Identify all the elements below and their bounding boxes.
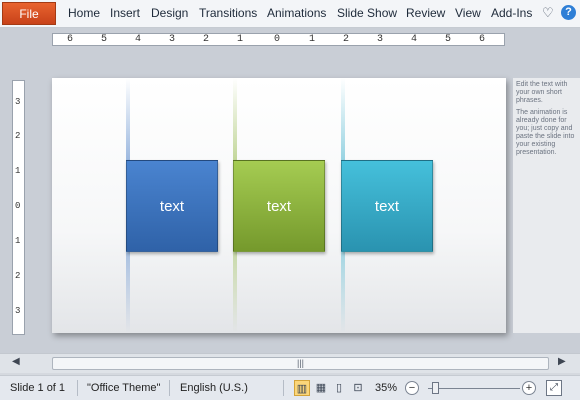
ruler-tick-label: 2 <box>15 271 21 281</box>
ruler-tick-label: 0 <box>274 34 281 45</box>
slide-counter: Slide 1 of 1 <box>10 382 66 394</box>
ruler-tick-label: 1 <box>15 236 21 246</box>
scrollbar-thumb[interactable]: ||| <box>52 357 549 370</box>
tab-add-ins[interactable]: Add-Ins <box>491 6 532 20</box>
scrollbar-grip: ||| <box>297 358 305 368</box>
file-tab[interactable]: File <box>2 2 56 25</box>
ribbon-tab-bar: File Home Insert Design Transitions Anim… <box>0 0 580 28</box>
tab-home[interactable]: Home <box>68 6 100 20</box>
tab-animations[interactable]: Animations <box>267 6 326 20</box>
ruler-tick-label: 6 <box>67 34 74 45</box>
fit-to-window-icon[interactable]: ⤢ <box>546 380 562 396</box>
ruler-tick-label: 4 <box>411 34 418 45</box>
ruler-tick-label: 2 <box>343 34 350 45</box>
slide-canvas[interactable]: text text text <box>52 78 506 333</box>
zoom-in-button[interactable]: + <box>522 381 536 395</box>
status-bar: Slide 1 of 1 "Office Theme" English (U.S… <box>0 375 580 400</box>
ruler-tick-label: 4 <box>135 34 142 45</box>
ruler-tick-label: 0 <box>15 201 21 211</box>
language-indicator[interactable]: English (U.S.) <box>180 382 248 394</box>
ruler-tick-label: 2 <box>203 34 210 45</box>
slide-editing-area: 6 5 4 3 2 1 0 1 2 3 4 5 6 3 2 1 0 1 2 3 … <box>0 28 580 373</box>
slide-sorter-icon[interactable]: ▦ <box>313 380 329 396</box>
zoom-out-button[interactable]: − <box>405 381 419 395</box>
note-line: Edit the text with your own short phrase… <box>516 81 568 104</box>
tab-review[interactable]: Review <box>406 6 445 20</box>
minimize-ribbon-icon[interactable]: ♡ <box>542 5 554 21</box>
help-icon[interactable]: ? <box>561 5 576 20</box>
horizontal-scrollbar[interactable]: ◀ ||| ▶ <box>0 353 580 373</box>
ruler-tick-label: 3 <box>15 97 21 107</box>
scroll-right-icon[interactable]: ▶ <box>558 356 566 367</box>
scroll-left-icon[interactable]: ◀ <box>12 356 20 367</box>
theme-name[interactable]: "Office Theme" <box>87 382 160 394</box>
notes-panel[interactable]: Edit the text with your own short phrase… <box>513 78 580 333</box>
blue-text-box[interactable]: text <box>126 160 218 252</box>
status-divider <box>283 380 284 396</box>
horizontal-ruler: 6 5 4 3 2 1 0 1 2 3 4 5 6 <box>52 33 505 46</box>
zoom-slider-thumb[interactable] <box>432 382 439 394</box>
zoom-slider-track[interactable] <box>428 388 520 389</box>
ruler-tick-label: 1 <box>15 166 21 176</box>
reading-view-icon[interactable]: ▯ <box>331 380 347 396</box>
tab-insert[interactable]: Insert <box>110 6 140 20</box>
tab-slide-show[interactable]: Slide Show <box>337 6 397 20</box>
ruler-tick-label: 2 <box>15 131 21 141</box>
ruler-tick-label: 3 <box>15 306 21 316</box>
status-divider <box>169 380 170 396</box>
ruler-tick-label: 3 <box>377 34 384 45</box>
note-line: The animation is already done for you; j… <box>516 109 575 156</box>
zoom-level[interactable]: 35% <box>375 382 397 394</box>
ruler-tick-label: 1 <box>237 34 244 45</box>
cyan-text-box[interactable]: text <box>341 160 433 252</box>
tab-transitions[interactable]: Transitions <box>199 6 257 20</box>
ruler-tick-label: 1 <box>309 34 316 45</box>
tab-design[interactable]: Design <box>151 6 188 20</box>
green-text-box[interactable]: text <box>233 160 325 252</box>
status-divider <box>77 380 78 396</box>
ruler-tick-label: 6 <box>479 34 486 45</box>
tab-view[interactable]: View <box>455 6 481 20</box>
ruler-tick-label: 5 <box>445 34 452 45</box>
ruler-tick-label: 3 <box>169 34 176 45</box>
slide-show-icon[interactable]: ⊡ <box>350 380 366 396</box>
vertical-ruler: 3 2 1 0 1 2 3 <box>12 80 25 335</box>
normal-view-icon[interactable]: ▥ <box>294 380 310 396</box>
ruler-tick-label: 5 <box>101 34 108 45</box>
